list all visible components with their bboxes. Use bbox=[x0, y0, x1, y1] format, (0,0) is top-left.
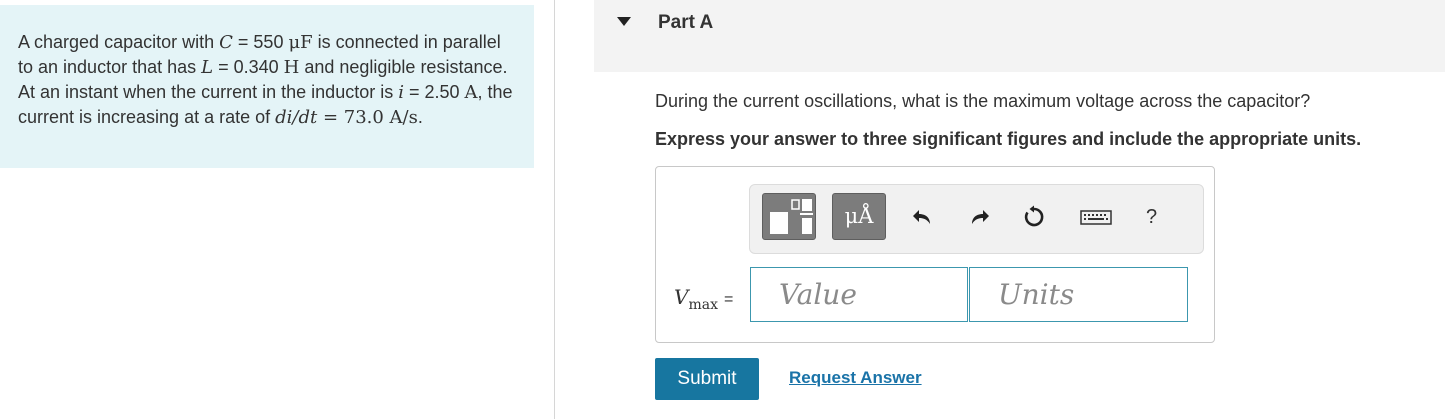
current-unit: A bbox=[464, 82, 478, 103]
problem-text-2: = 550 bbox=[232, 32, 289, 52]
capacitance-unit: μF bbox=[288, 32, 313, 53]
help-button[interactable]: ? bbox=[1146, 206, 1157, 229]
part-header[interactable] bbox=[594, 0, 1445, 72]
submit-button[interactable]: Submit bbox=[655, 358, 759, 400]
instruction-text: Express your answer to three significant… bbox=[655, 129, 1362, 149]
variable-subscript: max bbox=[688, 297, 718, 313]
problem-panel: A charged capacitor with C = 550 μF is c… bbox=[0, 5, 534, 168]
units-button-label: μÅ bbox=[844, 204, 874, 228]
value-input[interactable]: Value bbox=[750, 267, 968, 322]
redo-icon[interactable] bbox=[968, 205, 992, 229]
problem-statement: A charged capacitor with C = 550 μF is c… bbox=[18, 30, 518, 130]
part-title[interactable]: Part A bbox=[658, 12, 713, 34]
value-placeholder: Value bbox=[779, 278, 857, 311]
request-answer-link[interactable]: Request Answer bbox=[789, 368, 922, 388]
problem-text-4: = 0.340 bbox=[213, 57, 284, 77]
capacitance-symbol: C bbox=[219, 32, 233, 53]
units-placeholder: Units bbox=[998, 278, 1075, 311]
problem-text-8: . bbox=[417, 107, 423, 127]
templates-icon bbox=[770, 199, 813, 234]
collapse-caret-icon[interactable] bbox=[617, 17, 631, 26]
inductance-symbol: L bbox=[201, 57, 214, 78]
equals-sign: = bbox=[723, 291, 734, 308]
problem-text-6: = 2.50 bbox=[403, 82, 465, 102]
templates-button[interactable] bbox=[762, 193, 816, 240]
question-text: During the current oscillations, what is… bbox=[655, 91, 1311, 111]
math-toolbar: μÅ ? bbox=[749, 184, 1204, 254]
variable-label: Vmax = bbox=[674, 285, 733, 313]
undo-icon[interactable] bbox=[910, 205, 934, 229]
reset-icon[interactable] bbox=[1022, 205, 1046, 229]
variable-symbol: V bbox=[674, 285, 689, 309]
derivative-symbol: di/dt bbox=[275, 107, 318, 128]
inductance-unit: H bbox=[283, 57, 300, 78]
units-button[interactable]: μÅ bbox=[832, 193, 886, 240]
derivative-value: = 73.0 A/s bbox=[317, 107, 418, 128]
column-divider bbox=[554, 0, 555, 419]
answer-box: μÅ ? Vmax = Value Units bbox=[655, 166, 1215, 343]
units-input[interactable]: Units bbox=[969, 267, 1188, 322]
problem-text-1: A charged capacitor with bbox=[18, 32, 220, 52]
keyboard-icon[interactable] bbox=[1080, 205, 1112, 229]
